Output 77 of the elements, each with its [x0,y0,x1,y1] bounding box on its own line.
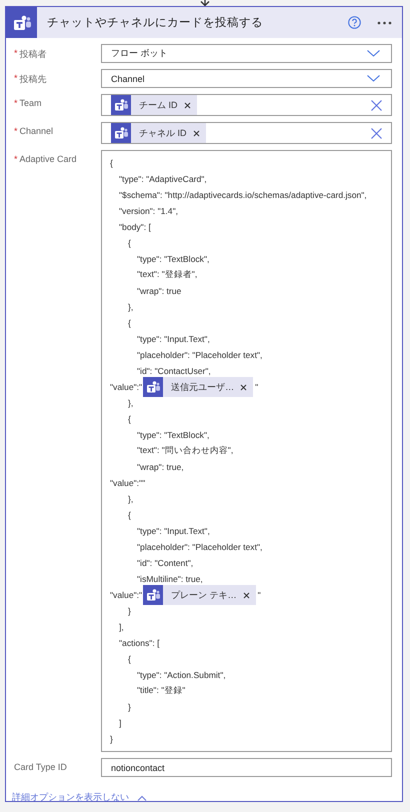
code-text: "type": "AdaptiveCard", [119,174,207,184]
code-text: "id": "ContactUser", [137,366,211,376]
code-text: "type": "Action.Submit", [137,670,226,680]
code-text: } [110,734,113,744]
code-text: "isMultiline": true, [137,574,203,584]
clear-icon[interactable] [371,128,382,138]
code-text: } [128,606,131,616]
code-text: }, [128,302,134,312]
field-label: Team [20,98,42,108]
more-icon[interactable] [377,20,392,24]
code-text: }, [128,398,134,408]
remove-icon[interactable] [184,102,191,108]
arrow-down-icon [200,0,210,6]
code-text: "type": "Input.Text", [137,334,210,344]
remove-icon[interactable] [240,384,248,390]
code-text: ] [119,718,122,728]
field-label: Channel [20,126,54,136]
field-label: Adaptive Card [20,154,77,164]
code-text: "actions": [ [119,638,160,648]
required-mark: * [14,48,18,60]
card-title: チャットやチャネルにカードを投稿する [47,16,264,30]
required-mark: * [14,154,18,164]
code-text: }, [128,494,134,504]
field-label: Card Type ID [14,762,67,772]
code-text: "value":" [110,382,142,392]
code-text: " [255,382,258,392]
code-text: { [128,510,131,520]
code-text: "version": "1.4", [119,206,178,216]
chevron-up-icon[interactable] [137,794,147,800]
code-text: ], [119,622,124,632]
token-field[interactable]: チーム ID [101,94,392,116]
code-text: "type": "Input.Text", [137,526,210,536]
code-text: "text": "問い合わせ内容", [137,445,234,457]
required-mark: * [14,73,18,85]
teams-logo-icon [143,585,164,605]
code-text: "placeholder": "Placeholder text", [137,542,262,552]
code-text: "$schema": "http://adaptivecards.io/schemas/adaptive-card.json", [119,190,367,200]
clear-icon[interactable] [371,100,382,110]
teams-logo-icon [143,377,164,397]
help-icon[interactable] [348,16,361,29]
token-chip[interactable]: チャネル ID [111,123,206,143]
code-text: "title": "登録" [137,685,186,697]
token-field[interactable]: チャネル ID [101,122,392,144]
chevron-down-icon [367,75,380,82]
token-chip[interactable]: 送信元ユーザ… [143,377,254,397]
code-text: "wrap": true, [137,462,184,472]
code-text: } [128,702,131,712]
dropdown[interactable]: Channel [101,69,392,88]
code-text: "body": [ [119,222,151,232]
advanced-options-link[interactable]: 詳細オプションを表示しない [12,791,129,804]
code-text: "text": "登録者", [137,269,198,281]
code-text: { [128,414,131,424]
code-text: "value":" [110,590,142,600]
dropdown[interactable]: フロー ボット [101,44,392,63]
code-text: "id": "Content", [137,558,194,568]
remove-icon[interactable] [242,592,250,598]
code-text: { [110,158,113,168]
remove-icon[interactable] [192,130,200,136]
field-label: 投稿先 [20,73,47,86]
code-text: { [128,238,131,248]
code-text: "placeholder": "Placeholder text", [137,350,262,360]
required-mark: * [14,126,18,136]
code-text: "type": "TextBlock", [137,254,210,264]
code-text: { [128,654,131,664]
code-text: "value":"" [110,478,146,488]
text-field[interactable]: notioncontact [101,758,392,777]
required-mark: * [14,98,18,108]
chevron-down-icon [367,50,380,57]
field-label: 投稿者 [20,48,47,61]
token-chip[interactable]: プレーン テキ… [143,585,256,605]
teams-logo-icon [111,95,131,115]
code-text: "type": "TextBlock", [137,430,210,440]
code-text: "wrap": true [137,286,182,296]
teams-logo-icon [111,123,131,143]
code-text: { [128,318,131,328]
token-chip[interactable]: チーム ID [111,95,197,115]
code-text: " [258,590,261,600]
